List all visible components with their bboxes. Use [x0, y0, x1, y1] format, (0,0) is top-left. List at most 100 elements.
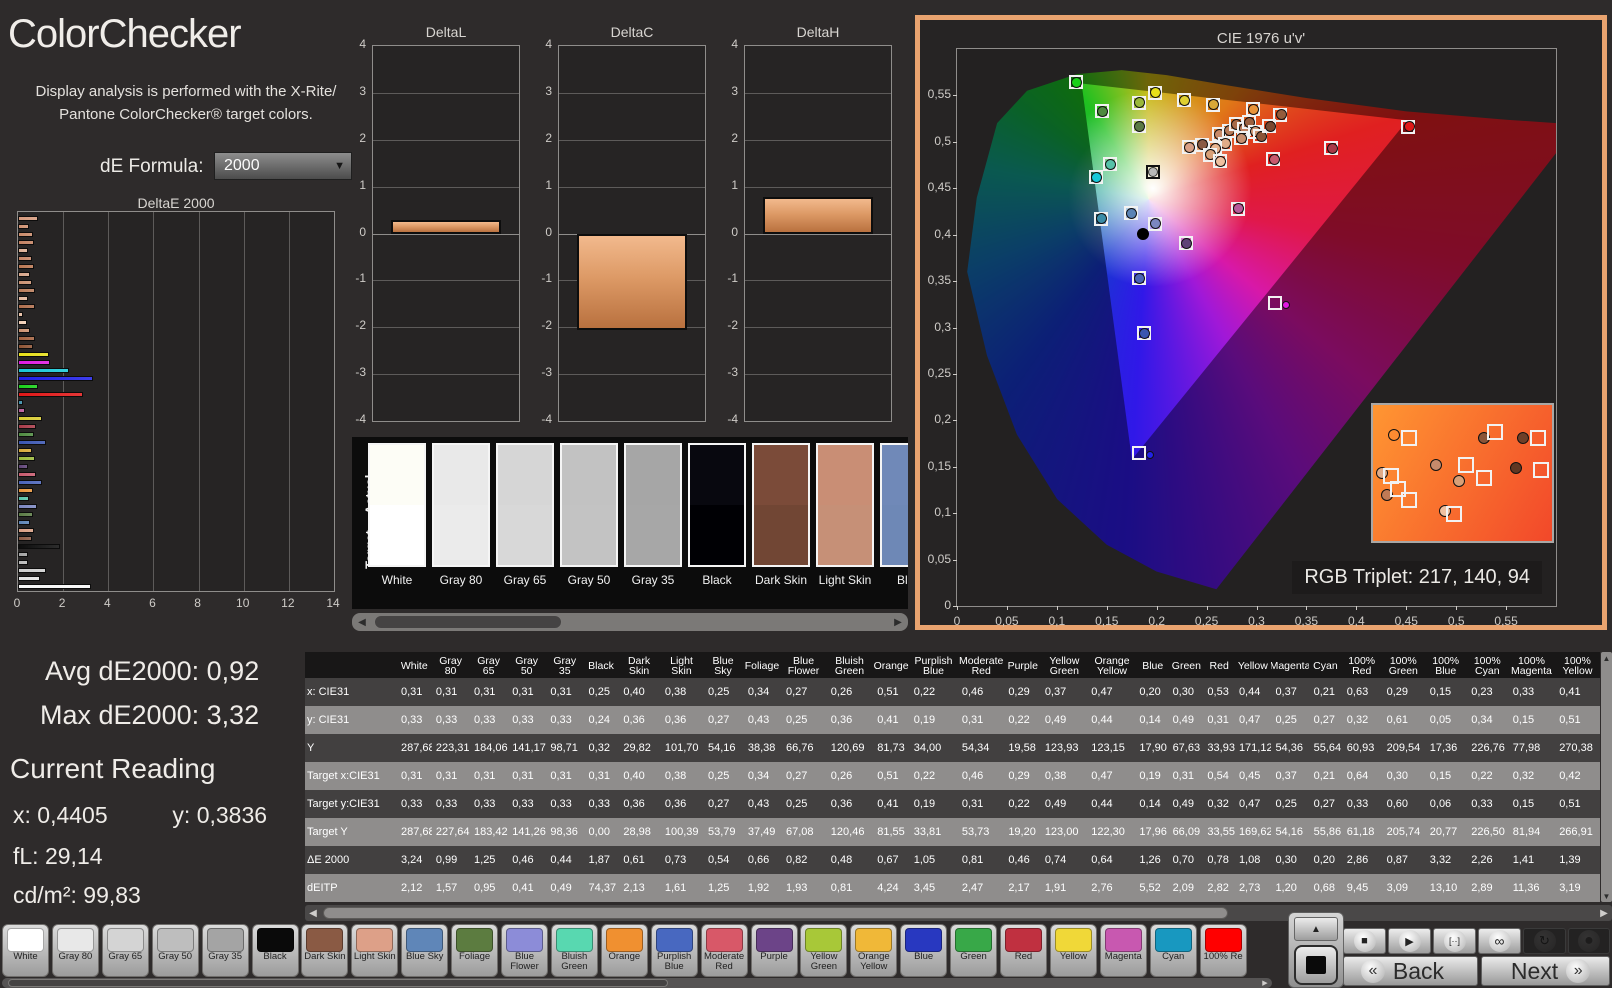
compare-swatch-black[interactable]: [688, 443, 746, 567]
table-row-7[interactable]: ΔE 2000 3,24 0,99 1,25 0,46 0,44 1,87 0,61 0,73 0…: [305, 846, 1600, 874]
inset-target-marker: [1400, 429, 1417, 446]
y-tick-mark: [953, 95, 957, 97]
pattern-step-button[interactable]: [··]: [1433, 928, 1476, 954]
table-row-6[interactable]: Target Y 287,68 227,64 183,42 141,26 98,36 0,0…: [305, 818, 1600, 846]
table-cell: 101,70: [664, 742, 699, 754]
patch-button-black[interactable]: Black: [251, 924, 299, 977]
scroll-right-icon[interactable]: ▶: [1597, 906, 1611, 920]
de-formula-select[interactable]: 2000 ▼: [214, 152, 352, 180]
actual-half: [690, 445, 744, 505]
patch-button-light-skin[interactable]: Light Skin: [351, 924, 399, 977]
refresh-button[interactable]: ↻: [1523, 928, 1566, 954]
table-header-row: White Gray 80 Gray 65 Gray 50 Gray 35 Black Da…: [305, 652, 1600, 678]
inset-target-marker: [1486, 424, 1503, 441]
patch-button-orange[interactable]: Orange: [600, 924, 648, 977]
compare-swatch-gray-80[interactable]: [432, 443, 490, 567]
table-row-4[interactable]: Target x:CIE31 0,31 0,31 0,31 0,31 0,31 0,31 0,…: [305, 762, 1600, 790]
table-cell: 66,76: [786, 742, 814, 754]
scroll-right-icon[interactable]: ▶: [1260, 978, 1270, 988]
patch-button-gray-80[interactable]: Gray 80: [51, 924, 99, 977]
patch-button-purplish-blue[interactable]: Purplish Blue: [650, 924, 698, 977]
table-hscrollbar-thumb[interactable]: [323, 907, 1228, 919]
patch-button-foliage[interactable]: Foliage: [451, 924, 499, 977]
compare-swatch-blue[interactable]: [880, 443, 908, 567]
measured-point-white: [1147, 166, 1158, 177]
patch-button-dark-skin[interactable]: Dark Skin: [301, 924, 349, 977]
patch-button-gray-50[interactable]: Gray 50: [151, 924, 199, 977]
patch-button-yellow-green[interactable]: Yellow Green: [800, 924, 848, 977]
compare-swatch-gray-35[interactable]: [624, 443, 682, 567]
patch-strip-scrollbar-thumb[interactable]: [8, 979, 668, 987]
patch-button-white[interactable]: White: [2, 924, 49, 977]
table-row-5[interactable]: Target y:CIE31 0,33 0,33 0,33 0,33 0,33 0,33 0,…: [305, 790, 1600, 818]
patch-button-green[interactable]: Green: [950, 924, 998, 977]
page-title: ColorChecker: [8, 12, 242, 56]
table-row-3[interactable]: Y 287,68 223,31 184,06 141,17 98,71 0,32 29,82 1…: [305, 734, 1600, 762]
x-tick-label: 0: [13, 596, 21, 610]
measured-point: [1248, 103, 1259, 115]
record-button[interactable]: ●: [1568, 928, 1610, 954]
pattern-window-button[interactable]: [1294, 945, 1338, 985]
back-button[interactable]: « Back: [1343, 956, 1478, 986]
patch-color-chip: [506, 928, 543, 952]
expand-up-button[interactable]: ▲: [1294, 917, 1338, 941]
patch-button-gray-65[interactable]: Gray 65: [101, 924, 149, 977]
patch-button-100--re[interactable]: 100% Re: [1199, 924, 1247, 977]
table-vscrollbar[interactable]: ▲ ▼: [1601, 652, 1612, 902]
table-row-1[interactable]: x: CIE31 0,31 0,31 0,31 0,31 0,31 0,25 0,40 0,38…: [305, 678, 1600, 706]
patch-button-red[interactable]: Red: [1000, 924, 1047, 977]
deltae-bar: [18, 272, 31, 277]
loop-button[interactable]: ∞: [1478, 928, 1521, 954]
scroll-up-icon[interactable]: ▲: [1601, 653, 1612, 663]
table-cell: 0,49: [1044, 714, 1067, 726]
measured-point: [1134, 272, 1146, 284]
y-tick-label: 0,35: [927, 273, 951, 288]
patch-button-magenta[interactable]: Magenta: [1099, 924, 1147, 977]
measurement-table: White Gray 80 Gray 65 Gray 50 Gray 35 Black Da…: [305, 652, 1600, 902]
patch-button-purple[interactable]: Purple: [750, 924, 798, 977]
patch-button-moderate-red[interactable]: Moderate Red: [700, 924, 748, 977]
patch-strip-scrollbar[interactable]: ▶: [2, 978, 1272, 988]
compare-scrollbar[interactable]: ◀ ▶: [352, 613, 908, 631]
table-hscrollbar[interactable]: ◀ ▶: [305, 905, 1612, 921]
compare-scrollbar-thumb[interactable]: [374, 615, 562, 629]
table-cell: 169,62: [1238, 826, 1272, 838]
compare-swatch-white[interactable]: [368, 443, 426, 567]
table-row-2[interactable]: y: CIE31 0,33 0,33 0,33 0,33 0,33 0,24 0,36 0,36…: [305, 706, 1600, 734]
patch-button-blue-flower[interactable]: Blue Flower: [501, 924, 548, 977]
scroll-down-icon[interactable]: ▼: [1601, 891, 1612, 901]
compare-swatch-light-skin[interactable]: [816, 443, 874, 567]
mini-chart-deltac: [558, 45, 706, 422]
y-tick-mark: [953, 513, 957, 515]
patch-button-bluish-green[interactable]: Bluish Green: [550, 924, 598, 977]
table-cell: 1,20: [1275, 882, 1297, 894]
patch-button-yellow[interactable]: Yellow: [1049, 924, 1097, 977]
scroll-left-icon[interactable]: ◀: [354, 615, 370, 629]
measured-point: [1236, 132, 1248, 144]
table-cell: 0,47: [1091, 770, 1113, 782]
next-button[interactable]: Next »: [1481, 956, 1610, 986]
y-tick-label: -4: [541, 412, 552, 426]
compare-swatch-gray-65[interactable]: [496, 443, 554, 567]
target-half: [882, 505, 908, 565]
compare-swatch-gray-50[interactable]: [560, 443, 618, 567]
patch-button-orange-yellow[interactable]: Orange Yellow: [850, 924, 898, 977]
table-row-8[interactable]: dEITP 2,12 1,57 0,95 0,41 0,49 74,37 2,13 1,61 1,…: [305, 874, 1600, 902]
compare-swatch-dark-skin[interactable]: [752, 443, 810, 567]
patch-button-blue-sky[interactable]: Blue Sky: [401, 924, 449, 977]
deltae-chart: [17, 211, 335, 592]
table-cell: 0,30: [1172, 686, 1194, 698]
stop-button[interactable]: ■: [1343, 928, 1386, 954]
table-cell: 0,81: [830, 882, 853, 894]
table-cell: 1,39: [1559, 854, 1581, 866]
patch-button-cyan[interactable]: Cyan: [1149, 924, 1197, 977]
table-cell: 0,19: [913, 798, 936, 810]
play-button[interactable]: ▶: [1388, 928, 1431, 954]
measured-point: [1181, 237, 1193, 249]
patch-button-gray-35[interactable]: Gray 35: [201, 924, 249, 977]
gridline: [559, 139, 705, 141]
patch-button-blue[interactable]: Blue: [900, 924, 948, 977]
scroll-right-icon[interactable]: ▶: [890, 615, 906, 629]
scroll-left-icon[interactable]: ◀: [306, 906, 320, 920]
y-tick-label: 0: [545, 224, 552, 239]
